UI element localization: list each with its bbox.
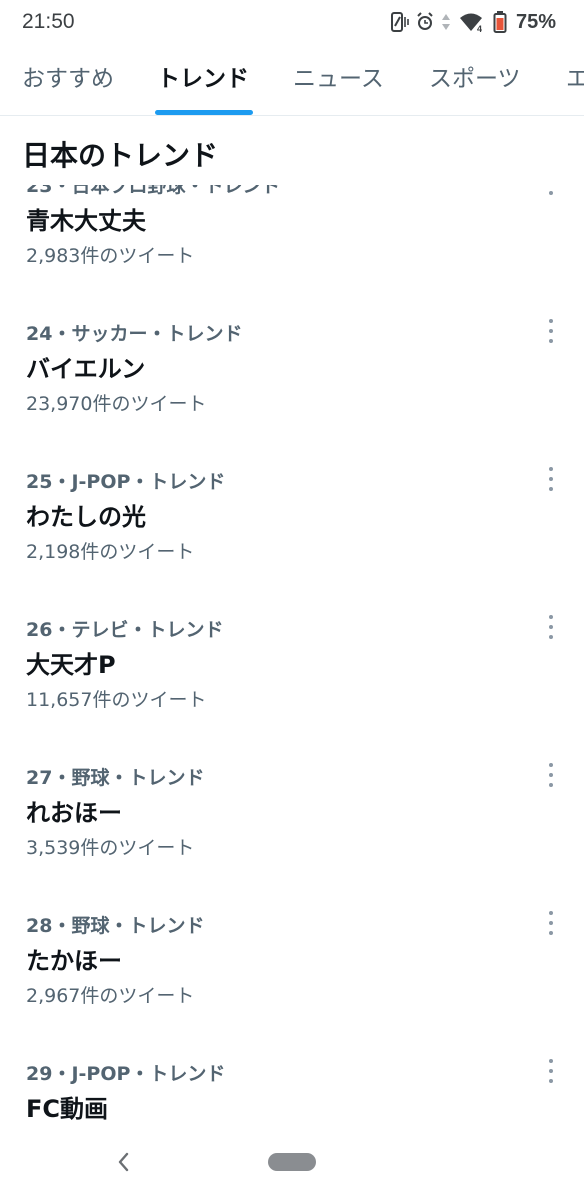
trend-name: FC動画 (26, 1095, 109, 1123)
trend-item-28[interactable]: 28・野球・トレンド たかほー 2,967件のツイート (0, 911, 584, 1059)
trend-item-27[interactable]: 27・野球・トレンド れおほー 3,539件のツイート (0, 763, 584, 911)
battery-icon (493, 10, 507, 34)
trend-item-23[interactable]: 23・日本プロ野球・トレンド 青木大丈夫 2,983件のツイート (0, 185, 584, 319)
more-options-icon[interactable] (546, 615, 556, 639)
tab-news[interactable]: ニュース (293, 44, 384, 115)
trend-meta: 29・J-POP・トレンド (26, 1063, 226, 1085)
status-bar: 21:50 4 75% (0, 0, 584, 44)
trend-count: 2,967件のツイート (26, 985, 195, 1007)
trend-item-29[interactable]: 29・J-POP・トレンド FC動画 (0, 1059, 584, 1125)
section-title: 日本のトレンド (22, 139, 219, 172)
trend-count: 2,983件のツイート (26, 245, 195, 267)
trend-meta: 25・J-POP・トレンド (26, 471, 226, 493)
tab-entertainment[interactable]: エ (566, 44, 584, 115)
more-options-icon[interactable] (546, 319, 556, 343)
trend-item-25[interactable]: 25・J-POP・トレンド わたしの光 2,198件のツイート (0, 467, 584, 615)
data-arrows-icon (441, 11, 451, 33)
trend-list: 23・日本プロ野球・トレンド 青木大丈夫 2,983件のツイート 24・サッカー… (0, 185, 584, 1125)
trend-name: わたしの光 (26, 503, 146, 531)
back-chevron-icon[interactable] (112, 1147, 134, 1177)
trend-name: たかほー (26, 947, 122, 975)
status-time: 21:50 (22, 10, 75, 33)
alarm-icon (416, 11, 434, 33)
more-options-icon[interactable] (546, 763, 556, 787)
trend-meta: 28・野球・トレンド (26, 915, 205, 937)
trend-item-26[interactable]: 26・テレビ・トレンド 大天才P 11,657件のツイート (0, 615, 584, 763)
home-pill-button[interactable] (268, 1153, 316, 1171)
more-options-icon[interactable] (546, 185, 556, 195)
trend-name: 青木大丈夫 (26, 207, 146, 235)
tab-osusume[interactable]: おすすめ (22, 44, 114, 115)
explore-tabs: おすすめ トレンド ニュース スポーツ エ (0, 44, 584, 116)
trend-meta: 27・野球・トレンド (26, 767, 205, 789)
trend-name: 大天才P (26, 651, 116, 679)
trend-item-24[interactable]: 24・サッカー・トレンド バイエルン 23,970件のツイート (0, 319, 584, 467)
trend-meta: 24・サッカー・トレンド (26, 323, 243, 345)
status-icons: 4 75% (389, 10, 556, 34)
trend-count: 11,657件のツイート (26, 689, 207, 711)
tab-trend[interactable]: トレンド (157, 44, 249, 115)
trend-meta: 26・テレビ・トレンド (26, 619, 224, 641)
svg-text:4: 4 (477, 24, 482, 33)
battery-percent: 75% (515, 10, 556, 33)
more-options-icon[interactable] (546, 1059, 556, 1083)
active-tab-indicator (155, 110, 253, 115)
wifi-icon: 4 (458, 11, 486, 33)
more-options-icon[interactable] (546, 467, 556, 491)
trend-count: 23,970件のツイート (26, 393, 207, 415)
trend-name: れおほー (26, 799, 122, 827)
tab-sports[interactable]: スポーツ (429, 44, 521, 115)
system-nav-bar (0, 1125, 584, 1200)
trend-count: 3,539件のツイート (26, 837, 195, 859)
trend-name: バイエルン (26, 355, 146, 383)
vibrate-icon (389, 11, 409, 33)
trend-count: 2,198件のツイート (26, 541, 195, 563)
trend-meta: 23・日本プロ野球・トレンド (26, 185, 281, 197)
more-options-icon[interactable] (546, 911, 556, 935)
